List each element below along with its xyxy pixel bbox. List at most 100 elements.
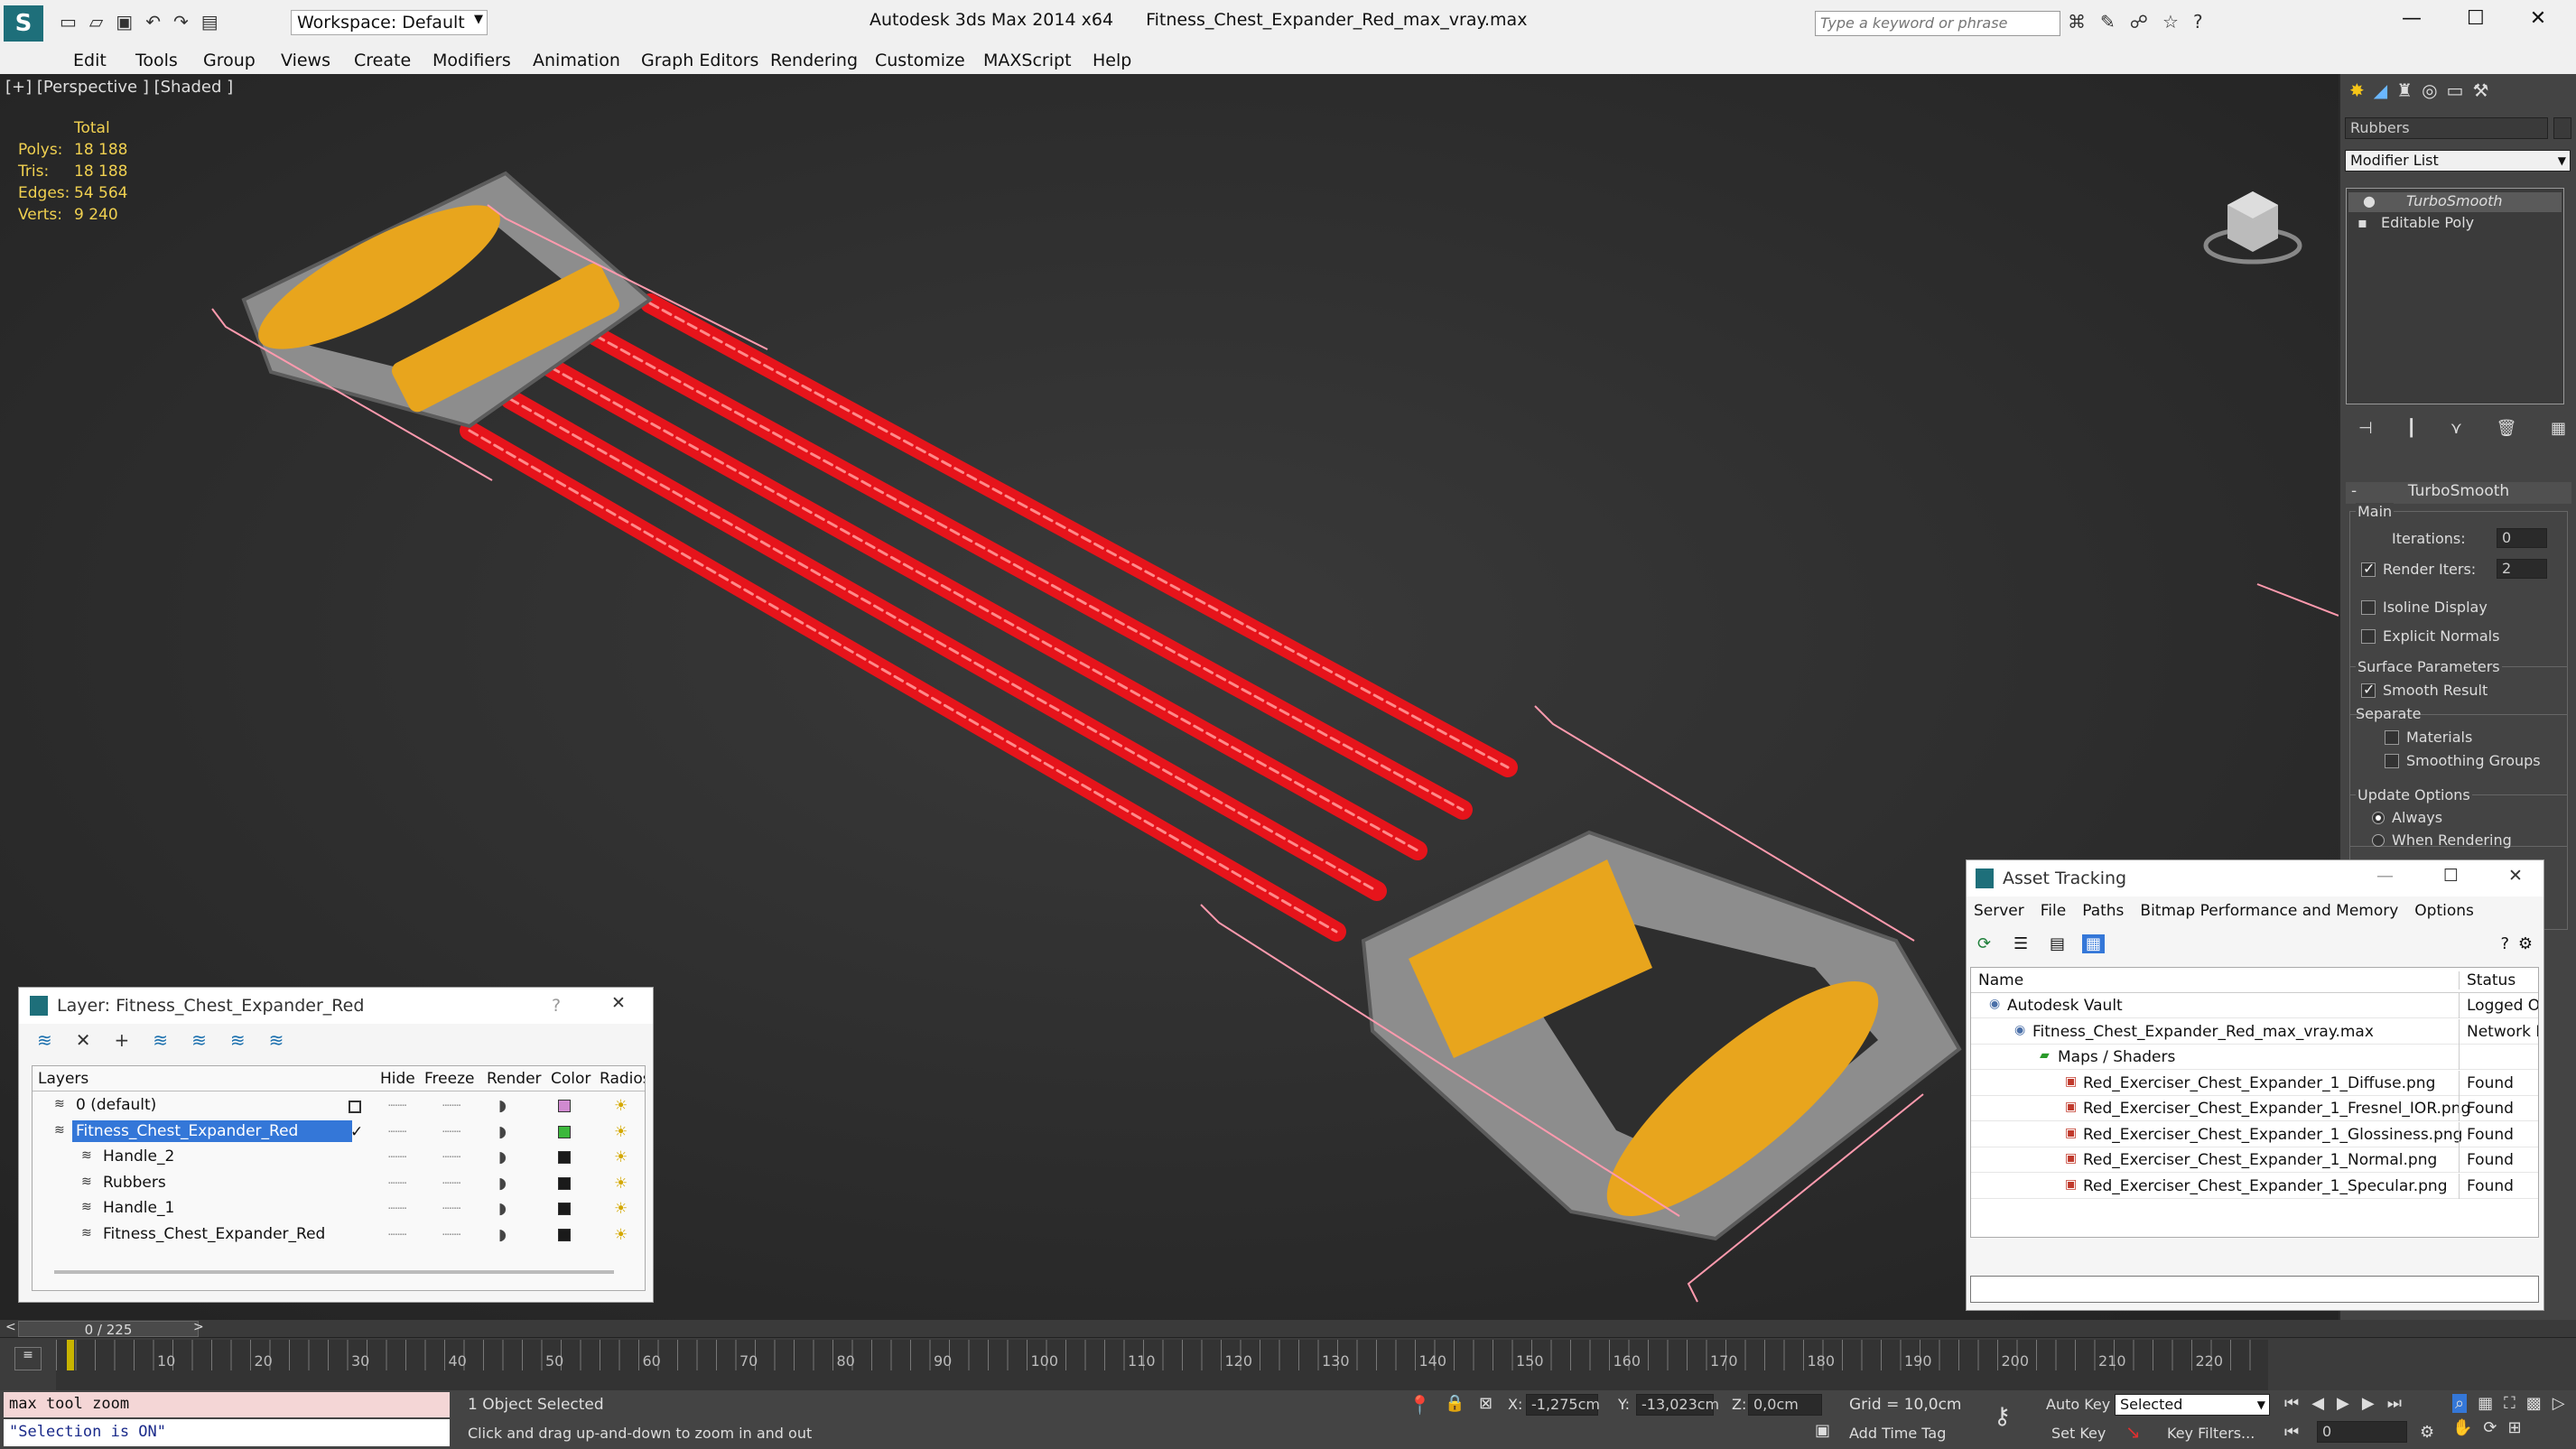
smooth-result-checkbox[interactable] <box>2361 681 2376 698</box>
col-status-header[interactable]: Status <box>2459 971 2516 989</box>
stack-item-editable-poly[interactable]: ▪ Editable Poly <box>2348 214 2562 234</box>
render-teapot-icon[interactable]: ◗ <box>498 1123 507 1141</box>
zoom-all-icon[interactable]: ▦ <box>2478 1394 2493 1413</box>
communication-icon[interactable]: ☍ <box>2130 11 2148 33</box>
freeze-all-layers-icon[interactable]: ≋ <box>269 1029 284 1051</box>
modify-tab-icon[interactable]: ◢ <box>2374 79 2387 103</box>
minimize-icon[interactable]: — <box>2402 7 2422 30</box>
asset-row[interactable]: ▣ Red_Exerciser_Chest_Expander_1_Glossine… <box>1971 1121 2538 1147</box>
render-teapot-icon[interactable]: ◗ <box>498 1097 507 1115</box>
current-layer-check-icon[interactable]: ✓ <box>350 1123 363 1141</box>
iterations-spinner[interactable]: 0 <box>2497 528 2547 548</box>
maximize-icon[interactable]: ☐ <box>2443 866 2459 886</box>
object-color-swatch[interactable] <box>2553 117 2571 139</box>
col-render[interactable]: Render <box>487 1070 542 1088</box>
layer-row[interactable]: ≋ Handle_1 ┈┈ ┈┈ ◗ ☀ <box>33 1196 645 1221</box>
search-box[interactable] <box>1815 11 2060 36</box>
time-slider-thumb[interactable]: 0 / 225 <box>18 1321 199 1338</box>
track-bar[interactable]: 10 20 30 40 50 60 70 80 90 100 110 120 130 140 150 160 1… <box>56 1340 2268 1390</box>
asset-row[interactable]: ▣ Red_Exerciser_Chest_Expander_1_Specular… <box>1971 1173 2538 1199</box>
hide-toggle[interactable]: ┈┈ <box>388 1226 406 1244</box>
at-menu-bitmap[interactable]: Bitmap Performance and Memory <box>2140 902 2398 920</box>
turbosmooth-rollout-header[interactable]: - TurboSmooth <box>2346 482 2571 504</box>
layer-color-swatch[interactable] <box>558 1228 571 1241</box>
make-unique-icon[interactable]: ⋎ <box>2450 419 2462 438</box>
layer-row[interactable]: ≋ 0 (default) ┈┈ ┈┈ ◗ ☀ <box>33 1093 645 1119</box>
asset-row[interactable]: ▣ Red_Exerciser_Chest_Expander_1_Fresnel_… <box>1971 1096 2538 1121</box>
set-key-button[interactable]: Set Key <box>2051 1425 2106 1442</box>
menu-tools[interactable]: Tools <box>135 51 178 70</box>
delete-layer-icon[interactable]: ✕ <box>76 1029 91 1051</box>
add-to-layer-icon[interactable]: + <box>115 1029 130 1051</box>
workspace-dropdown[interactable]: Workspace: Default ▼ <box>291 10 488 35</box>
lightbulb-icon[interactable]: ● <box>2363 192 2376 209</box>
layer-row[interactable]: ≋ Fitness_Chest_Expander_Red ✓ ┈┈ ┈┈ ◗ ☀ <box>33 1119 645 1145</box>
pan-icon[interactable]: ✋ <box>2452 1418 2472 1437</box>
open-file-icon[interactable]: ▱ <box>89 11 103 33</box>
col-color[interactable]: Color <box>551 1070 591 1088</box>
layer-row[interactable]: ≋ Handle_2 ┈┈ ┈┈ ◗ ☀ <box>33 1145 645 1170</box>
menu-edit[interactable]: Edit <box>73 51 107 70</box>
subscription-icon[interactable]: ✎ <box>2100 11 2116 33</box>
layer-row[interactable]: ≋ Fitness_Chest_Expander_Red ┈┈ ┈┈ ◗ ☀ <box>33 1222 645 1248</box>
viewport-label[interactable]: [+] [Perspective ] [Shaded ] <box>5 78 233 97</box>
render-iters-spinner[interactable]: 2 <box>2497 559 2547 579</box>
at-menu-paths[interactable]: Paths <box>2082 902 2124 920</box>
help-button[interactable]: ? <box>552 996 561 1016</box>
display-tab-icon[interactable]: ▭ <box>2447 79 2464 103</box>
isolate-selection-icon[interactable]: 📍 <box>1409 1394 1431 1416</box>
motion-tab-icon[interactable]: ◎ <box>2422 79 2437 103</box>
asset-row[interactable]: ▣ Red_Exerciser_Chest_Expander_1_Diffuse.… <box>1971 1070 2538 1096</box>
freeze-toggle[interactable]: ┈┈ <box>442 1226 460 1244</box>
layer-hscroll[interactable] <box>54 1270 614 1274</box>
binoculars-icon[interactable]: ⌘ <box>2068 11 2086 33</box>
freeze-toggle[interactable]: ┈┈ <box>442 1175 460 1193</box>
freeze-toggle[interactable]: ┈┈ <box>442 1200 460 1218</box>
current-frame-field[interactable]: 0 <box>2317 1421 2407 1443</box>
layer-color-swatch[interactable] <box>558 1203 571 1215</box>
time-tag-icon[interactable]: ▣ <box>1815 1421 1830 1440</box>
smoothing-groups-checkbox[interactable] <box>2385 754 2399 768</box>
col-radiosity[interactable]: Radiosi <box>600 1070 645 1088</box>
close-icon[interactable]: ✕ <box>2508 866 2523 886</box>
layer-color-swatch[interactable] <box>558 1176 571 1190</box>
close-icon[interactable]: ✕ <box>611 993 626 1013</box>
field-of-view-icon[interactable]: ▷ <box>2553 1394 2565 1413</box>
star-icon[interactable]: ☆ <box>2162 11 2179 33</box>
play-icon[interactable]: ▶ <box>2337 1394 2349 1413</box>
col-name-header[interactable]: Name <box>1978 971 2023 989</box>
hide-toggle[interactable]: ┈┈ <box>388 1097 406 1115</box>
x-coordinate-field[interactable]: -1,275cm <box>1526 1394 1600 1416</box>
select-in-layer-icon[interactable]: ≋ <box>153 1029 168 1051</box>
asset-tracking-titlebar[interactable]: Asset Tracking — ☐ ✕ <box>1967 860 2543 896</box>
go-to-end-icon[interactable]: ⏭ <box>2387 1394 2402 1413</box>
remove-modifier-icon[interactable]: 🗑 <box>2497 419 2517 438</box>
key-mode-dropdown[interactable]: Selected ▼ <box>2115 1394 2270 1416</box>
save-icon[interactable]: ▣ <box>116 11 133 33</box>
z-coordinate-field[interactable]: 0,0cm <box>1748 1394 1822 1416</box>
search-input[interactable] <box>1816 12 2056 33</box>
list-view-icon[interactable]: ☰ <box>2013 934 2028 953</box>
table-view-icon[interactable]: ▤ <box>2050 934 2065 953</box>
menu-maxscript[interactable]: MAXScript <box>983 51 1072 70</box>
zoom-extents-all-icon[interactable]: ▩ <box>2526 1394 2542 1413</box>
stack-item-turbosmooth[interactable]: ● TurboSmooth <box>2348 192 2562 212</box>
app-logo-icon[interactable]: S <box>4 5 43 42</box>
maximize-icon[interactable]: ☐ <box>2467 7 2485 30</box>
col-hide[interactable]: Hide <box>380 1070 415 1088</box>
minimize-icon[interactable]: — <box>2376 866 2394 886</box>
radiosity-sun-icon[interactable]: ☀ <box>614 1123 628 1141</box>
new-file-icon[interactable]: ▭ <box>60 11 77 33</box>
render-teapot-icon[interactable]: ◗ <box>498 1200 507 1218</box>
render-teapot-icon[interactable]: ◗ <box>498 1226 507 1244</box>
orbit-icon[interactable]: ⟳ <box>2483 1418 2497 1437</box>
show-end-result-icon[interactable]: ┃ <box>2406 419 2416 438</box>
at-menu-options[interactable]: Options <box>2414 902 2474 920</box>
mini-curve-icon[interactable]: ≡ <box>14 1347 42 1370</box>
layer-color-swatch[interactable] <box>558 1100 571 1112</box>
radiosity-sun-icon[interactable]: ☀ <box>614 1097 628 1115</box>
menu-group[interactable]: Group <box>203 51 256 70</box>
menu-views[interactable]: Views <box>281 51 330 70</box>
render-teapot-icon[interactable]: ◗ <box>498 1175 507 1193</box>
always-radio[interactable] <box>2372 812 2385 824</box>
